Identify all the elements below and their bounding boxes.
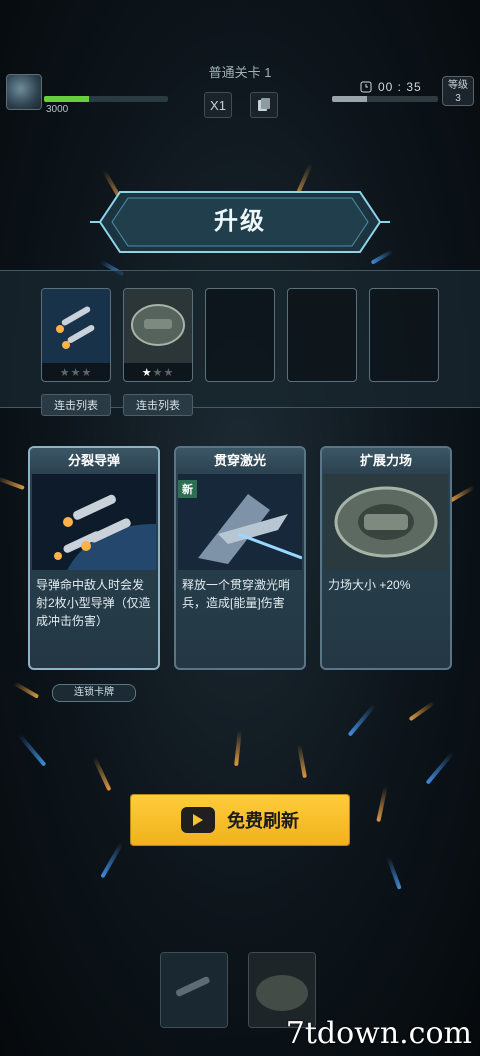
- timer-bar: [332, 96, 438, 102]
- site-watermark: 7tdown.com: [285, 1016, 472, 1051]
- combo-slot-filled[interactable]: ★★★: [41, 288, 111, 382]
- light-ray: [347, 703, 377, 737]
- light-ray: [448, 485, 476, 503]
- light-ray: [100, 841, 124, 879]
- star-icon: ★: [152, 367, 164, 379]
- new-badge: 新: [178, 480, 197, 498]
- combo-list-tag[interactable]: 连击列表: [41, 394, 111, 416]
- light-ray: [376, 785, 388, 823]
- card-title: 贯穿激光: [176, 448, 304, 474]
- level-value: 3: [455, 93, 461, 104]
- timer-text: 00 : 35: [378, 80, 422, 94]
- video-camera-icon: [181, 807, 215, 833]
- timer: 00 : 35: [360, 78, 438, 96]
- player-avatar[interactable]: [6, 74, 42, 110]
- star-icon: ★: [59, 367, 71, 379]
- chain-card-tag[interactable]: 连锁卡牌: [52, 684, 136, 702]
- shield-art: [324, 474, 448, 570]
- light-ray: [408, 700, 436, 722]
- star-icon: ★: [81, 367, 93, 379]
- combo-slot-empty[interactable]: [205, 288, 275, 382]
- card-deck-button[interactable]: [250, 92, 278, 118]
- card-title: 分裂导弹: [30, 448, 158, 474]
- clock-icon: [360, 81, 372, 93]
- light-ray: [17, 733, 47, 767]
- health-bar-fill: [44, 96, 89, 102]
- health-bar: [44, 96, 168, 102]
- card-description: 力场大小 +20%: [328, 578, 411, 592]
- level-label: 等级: [448, 80, 468, 91]
- missile-art: [32, 474, 156, 570]
- combo-slot-filled[interactable]: ★★★: [123, 288, 193, 382]
- shield-art: [124, 289, 192, 363]
- combo-list-tag[interactable]: 连击列表: [123, 394, 193, 416]
- refresh-label: 免费刷新: [227, 811, 299, 831]
- star-icon: ★: [141, 367, 153, 379]
- light-ray: [234, 729, 242, 767]
- light-ray: [92, 756, 112, 792]
- card-title: 扩展力场: [322, 448, 450, 474]
- level-badge: 等级 3: [442, 76, 474, 106]
- card-description: 释放一个贯穿激光哨兵，造成[能量]伤害: [182, 578, 291, 610]
- star-rating: ★★★: [124, 366, 192, 379]
- star-icon: ★: [70, 367, 82, 379]
- light-ray: [0, 475, 25, 491]
- player-score: 3000: [46, 104, 69, 115]
- combo-slot-empty[interactable]: [369, 288, 439, 382]
- combo-slot-empty[interactable]: [287, 288, 357, 382]
- equipped-thumb: [160, 952, 228, 1028]
- timer-bar-fill: [332, 96, 367, 102]
- free-refresh-button[interactable]: 免费刷新: [130, 794, 350, 846]
- upgrade-card-piercing-laser[interactable]: 贯穿激光 新 释放一个贯穿激光哨兵，造成[能量]伤害: [174, 446, 306, 670]
- light-ray: [386, 856, 402, 890]
- upgrade-title: 升级: [214, 208, 266, 235]
- upgrade-card-expand-field[interactable]: 扩展力场 力场大小 +20%: [320, 446, 452, 670]
- star-icon: ★: [163, 367, 175, 379]
- upgrade-card-split-missile[interactable]: 分裂导弹 导弹命中敌人时会发射2枚小型导弹（仅造成冲击伤害）: [28, 446, 160, 670]
- missile-thumb-art: [161, 953, 227, 1027]
- star-rating: ★★★: [42, 366, 110, 379]
- cards-icon: [258, 98, 270, 111]
- light-ray: [425, 751, 455, 785]
- speed-button[interactable]: X1: [204, 92, 232, 118]
- light-ray: [297, 743, 307, 779]
- card-description: 导弹命中敌人时会发射2枚小型导弹（仅造成冲击伤害）: [36, 578, 151, 628]
- light-ray: [12, 681, 40, 699]
- missile-art: [42, 289, 110, 363]
